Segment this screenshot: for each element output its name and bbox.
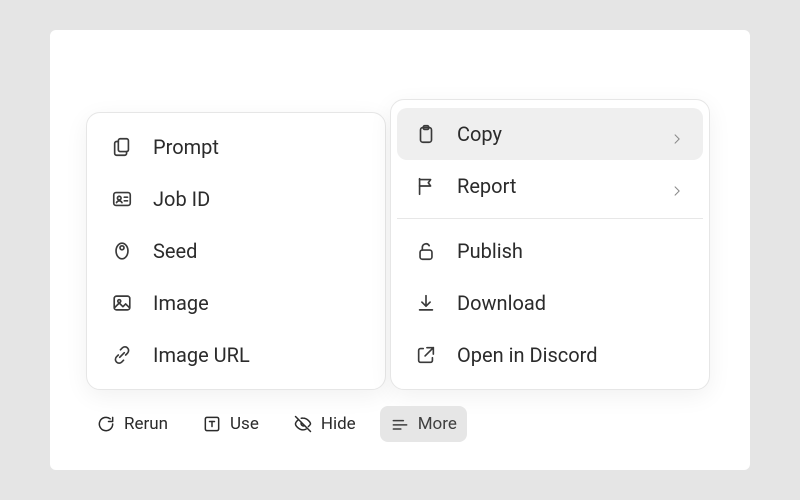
rerun-button[interactable]: Rerun bbox=[86, 406, 178, 442]
button-label: Use bbox=[230, 414, 259, 434]
copy-prompt-item[interactable]: Prompt bbox=[93, 121, 379, 173]
button-label: Hide bbox=[321, 414, 356, 434]
action-toolbar: Rerun Use Hide More bbox=[86, 406, 467, 442]
copy-image-url-item[interactable]: Image URL bbox=[93, 329, 379, 381]
unlock-icon bbox=[415, 240, 437, 262]
eye-off-icon bbox=[293, 414, 313, 434]
hide-button[interactable]: Hide bbox=[283, 406, 366, 442]
link-icon bbox=[111, 344, 133, 366]
chevron-right-icon bbox=[671, 179, 685, 193]
more-button[interactable]: More bbox=[380, 406, 467, 442]
button-label: Rerun bbox=[124, 414, 168, 434]
copy-seed-item[interactable]: Seed bbox=[93, 225, 379, 277]
chevron-right-icon bbox=[671, 127, 685, 141]
flag-icon bbox=[415, 175, 437, 197]
use-button[interactable]: Use bbox=[192, 406, 269, 442]
lines-icon bbox=[390, 414, 410, 434]
copy-image-item[interactable]: Image bbox=[93, 277, 379, 329]
menu-item-label: Publish bbox=[457, 239, 685, 263]
button-label: More bbox=[418, 414, 457, 434]
menu-item-label: Image URL bbox=[153, 343, 361, 367]
menu-item-label: Prompt bbox=[153, 135, 361, 159]
menu-item-label: Download bbox=[457, 291, 685, 315]
refresh-icon bbox=[96, 414, 116, 434]
copy-submenu-popover: Prompt Job ID Seed Image Image URL bbox=[86, 112, 386, 390]
card-container: Prompt Job ID Seed Image Image URL bbox=[50, 30, 750, 470]
menu-item-label: Copy bbox=[457, 122, 651, 146]
more-report-item[interactable]: Report bbox=[397, 160, 703, 212]
more-publish-item[interactable]: Publish bbox=[397, 225, 703, 277]
copy-job-id-item[interactable]: Job ID bbox=[93, 173, 379, 225]
menu-item-label: Open in Discord bbox=[457, 343, 685, 367]
download-icon bbox=[415, 292, 437, 314]
menu-item-label: Image bbox=[153, 291, 361, 315]
id-card-icon bbox=[111, 188, 133, 210]
menu-item-label: Job ID bbox=[153, 187, 361, 211]
more-copy-item[interactable]: Copy bbox=[397, 108, 703, 160]
more-download-item[interactable]: Download bbox=[397, 277, 703, 329]
clipboard-icon bbox=[415, 123, 437, 145]
more-menu-popover: Copy Report Publish Download Open in Dis… bbox=[390, 99, 710, 390]
seed-icon bbox=[111, 240, 133, 262]
menu-separator bbox=[397, 218, 703, 219]
external-link-icon bbox=[415, 344, 437, 366]
text-box-icon bbox=[202, 414, 222, 434]
more-open-discord-item[interactable]: Open in Discord bbox=[397, 329, 703, 381]
image-icon bbox=[111, 292, 133, 314]
menu-item-label: Seed bbox=[153, 239, 361, 263]
documents-icon bbox=[111, 136, 133, 158]
menu-item-label: Report bbox=[457, 174, 651, 198]
